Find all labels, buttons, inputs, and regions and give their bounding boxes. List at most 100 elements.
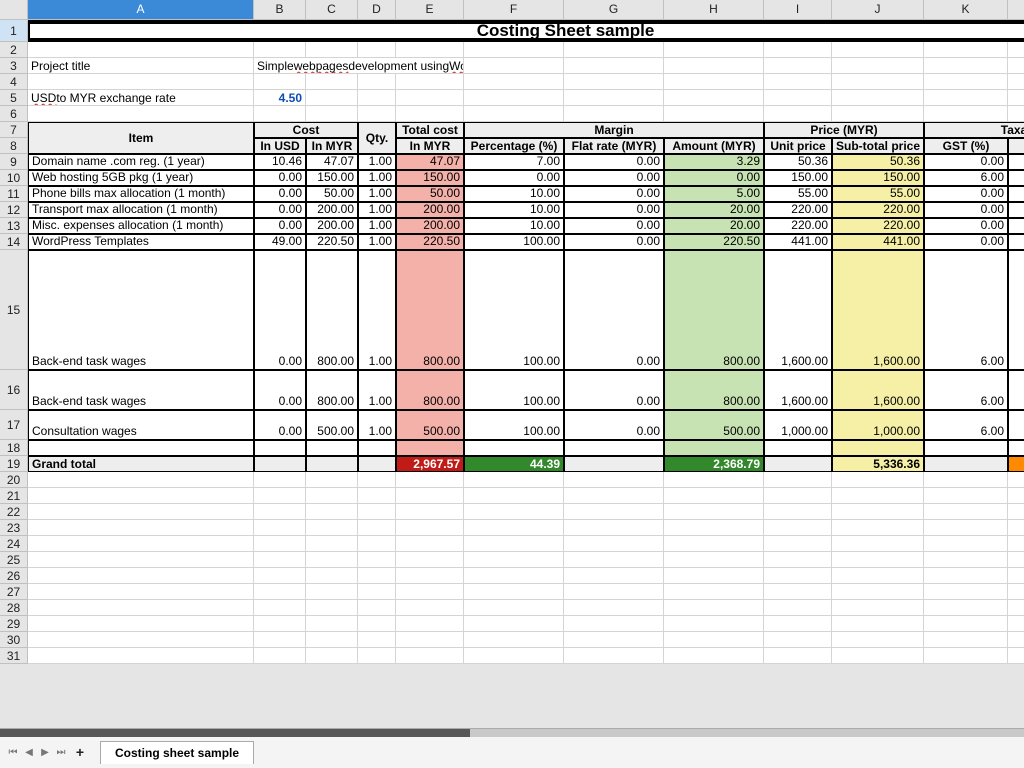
data-usd[interactable]: 0.00	[254, 370, 306, 410]
data-amt[interactable]: 3.29	[664, 154, 764, 170]
cell[interactable]	[254, 74, 306, 90]
cell[interactable]	[664, 616, 764, 632]
cell[interactable]	[832, 106, 924, 122]
cell[interactable]	[832, 616, 924, 632]
data-total[interactable]: 200.00	[396, 218, 464, 234]
grand-cell[interactable]: 5,336.36	[832, 456, 924, 472]
cell[interactable]	[358, 568, 396, 584]
cell[interactable]	[1008, 74, 1024, 90]
cell[interactable]	[664, 632, 764, 648]
cell[interactable]	[924, 90, 1008, 106]
cell[interactable]	[664, 648, 764, 664]
data-total[interactable]: 220.50	[396, 234, 464, 250]
data-myr[interactable]: 500.00	[306, 410, 358, 440]
data-flat[interactable]: 0.00	[564, 154, 664, 170]
cell[interactable]	[924, 552, 1008, 568]
data-amt[interactable]: 800.00	[664, 370, 764, 410]
data-total[interactable]: 50.00	[396, 186, 464, 202]
cell[interactable]	[464, 568, 564, 584]
add-sheet-button[interactable]: +	[70, 742, 90, 762]
cell[interactable]	[924, 536, 1008, 552]
column-header-G[interactable]: G	[564, 0, 664, 20]
row-header-4[interactable]: 4	[0, 74, 28, 90]
row-header-27[interactable]: 27	[0, 584, 28, 600]
data-item[interactable]: WordPress Templates	[28, 234, 254, 250]
cell[interactable]	[924, 520, 1008, 536]
row-header-5[interactable]: 5	[0, 90, 28, 106]
cell[interactable]	[28, 552, 254, 568]
data-qty[interactable]: 1.00	[358, 250, 396, 370]
cell[interactable]	[664, 584, 764, 600]
cell[interactable]	[396, 600, 464, 616]
data-usd[interactable]: 0.00	[254, 170, 306, 186]
cell[interactable]	[464, 90, 564, 106]
cell[interactable]	[832, 488, 924, 504]
cell[interactable]	[1008, 616, 1024, 632]
data-total[interactable]: 800.00	[396, 370, 464, 410]
data-usd[interactable]: 0.00	[254, 218, 306, 234]
row-header-19[interactable]: 19	[0, 456, 28, 472]
cell[interactable]	[564, 536, 664, 552]
spreadsheet-viewport[interactable]: ABCDEFGHIJKL1Costing Sheet sample23Proje…	[0, 0, 1024, 728]
data-unit[interactable]: 150.00	[764, 170, 832, 186]
grand-cell[interactable]	[764, 456, 832, 472]
cell[interactable]	[564, 472, 664, 488]
data-unit[interactable]: 1,600.00	[764, 370, 832, 410]
grand-total-label[interactable]: Grand total	[28, 456, 254, 472]
cell[interactable]	[306, 584, 358, 600]
data-gst[interactable]: 0.00	[924, 218, 1008, 234]
cell[interactable]	[832, 536, 924, 552]
cell[interactable]	[358, 648, 396, 664]
hdr-taxa[interactable]: Taxa	[924, 122, 1024, 138]
cell[interactable]	[358, 600, 396, 616]
title-cell[interactable]: Costing Sheet sample	[28, 20, 1024, 42]
cell[interactable]	[28, 488, 254, 504]
data-total[interactable]: 500.00	[396, 410, 464, 440]
data-l[interactable]	[1008, 202, 1024, 218]
data-usd[interactable]: 10.46	[254, 154, 306, 170]
cell[interactable]	[358, 552, 396, 568]
cell[interactable]	[396, 488, 464, 504]
data-gst[interactable]: 0.00	[924, 234, 1008, 250]
cell[interactable]	[28, 584, 254, 600]
cell[interactable]	[564, 520, 664, 536]
data-item[interactable]: Domain name .com reg. (1 year)	[28, 154, 254, 170]
data-sub[interactable]: 1,600.00	[832, 370, 924, 410]
data-myr[interactable]: 200.00	[306, 202, 358, 218]
data-gst[interactable]: 6.00	[924, 250, 1008, 370]
cell[interactable]	[306, 440, 358, 456]
cell[interactable]	[764, 632, 832, 648]
data-flat[interactable]: 0.00	[564, 370, 664, 410]
data-unit[interactable]: 1,000.00	[764, 410, 832, 440]
cell[interactable]	[396, 90, 464, 106]
cell[interactable]	[306, 74, 358, 90]
cell[interactable]	[306, 632, 358, 648]
cell[interactable]	[464, 552, 564, 568]
data-qty[interactable]: 1.00	[358, 410, 396, 440]
data-qty[interactable]: 1.00	[358, 370, 396, 410]
data-item[interactable]: Back-end task wages	[28, 250, 254, 370]
cell[interactable]	[358, 106, 396, 122]
row-header-6[interactable]: 6	[0, 106, 28, 122]
row-header-15[interactable]: 15	[0, 250, 28, 370]
row-header-17[interactable]: 17	[0, 410, 28, 440]
cell[interactable]	[832, 472, 924, 488]
column-header-A[interactable]: A	[28, 0, 254, 20]
cell[interactable]	[1008, 552, 1024, 568]
data-pct[interactable]: 10.00	[464, 202, 564, 218]
cell[interactable]	[764, 488, 832, 504]
row-header-23[interactable]: 23	[0, 520, 28, 536]
exchange-value[interactable]: 4.50	[254, 90, 306, 106]
cell[interactable]	[306, 648, 358, 664]
data-myr[interactable]: 220.50	[306, 234, 358, 250]
hdr-totalcost[interactable]: Total cost	[396, 122, 464, 138]
cell[interactable]	[832, 600, 924, 616]
cell[interactable]	[1008, 536, 1024, 552]
cell[interactable]	[664, 90, 764, 106]
grand-cell[interactable]: 44.39	[464, 456, 564, 472]
cell[interactable]	[764, 504, 832, 520]
cell[interactable]	[396, 616, 464, 632]
cell[interactable]	[924, 616, 1008, 632]
cell[interactable]	[564, 440, 664, 456]
data-usd[interactable]: 49.00	[254, 234, 306, 250]
